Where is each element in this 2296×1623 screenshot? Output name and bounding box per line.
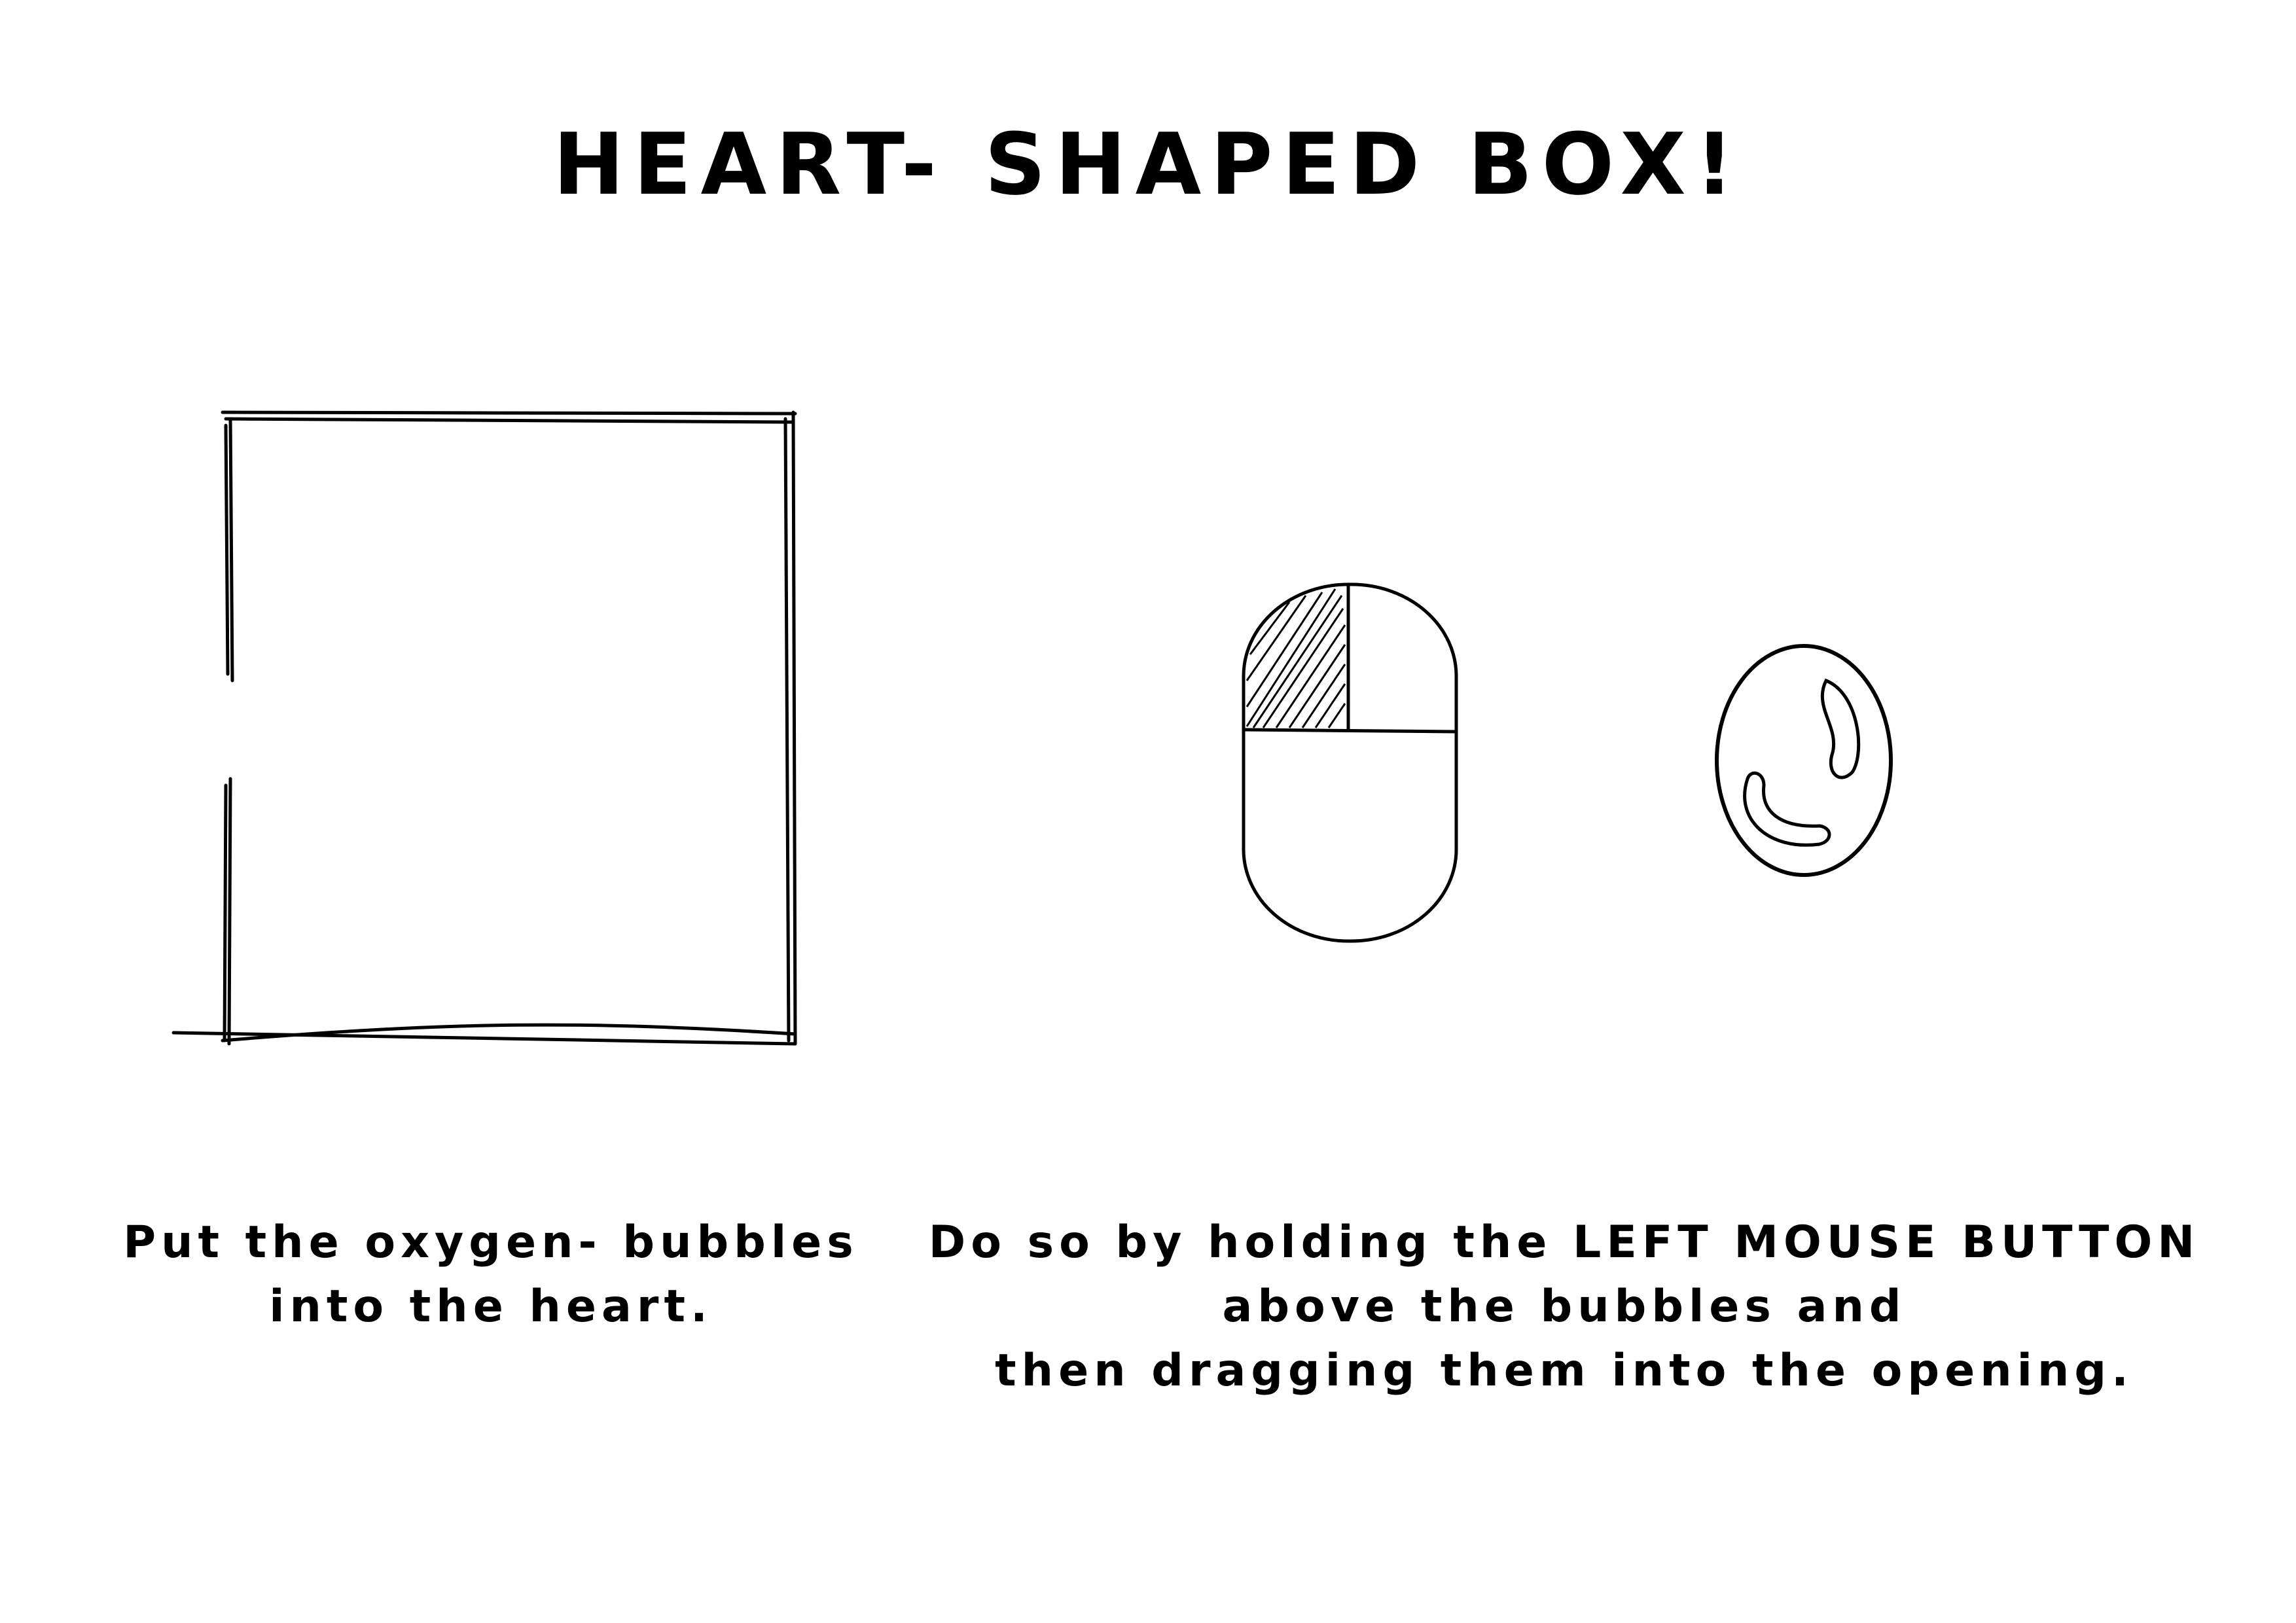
left-mouse-button-shaded — [1246, 588, 1346, 728]
instruction-line: Do so by holding the LEFT MOUSE BUTTON — [928, 1217, 2200, 1268]
instruction-left: Put the oxygen- bubbles into the heart. — [98, 1211, 884, 1339]
bubble-icon — [1715, 644, 1893, 877]
instruction-line: then dragging them into the opening. — [995, 1345, 2134, 1397]
instruction-right: Do so by holding the LEFT MOUSE BUTTON a… — [916, 1211, 2212, 1403]
instruction-line: into the heart. — [269, 1281, 713, 1332]
instruction-line: Put the oxygen- bubbles — [123, 1217, 859, 1268]
mouse-icon — [1242, 582, 1458, 943]
instruction-line: above the bubbles and — [1222, 1281, 1907, 1332]
box-outline — [171, 410, 797, 1046]
